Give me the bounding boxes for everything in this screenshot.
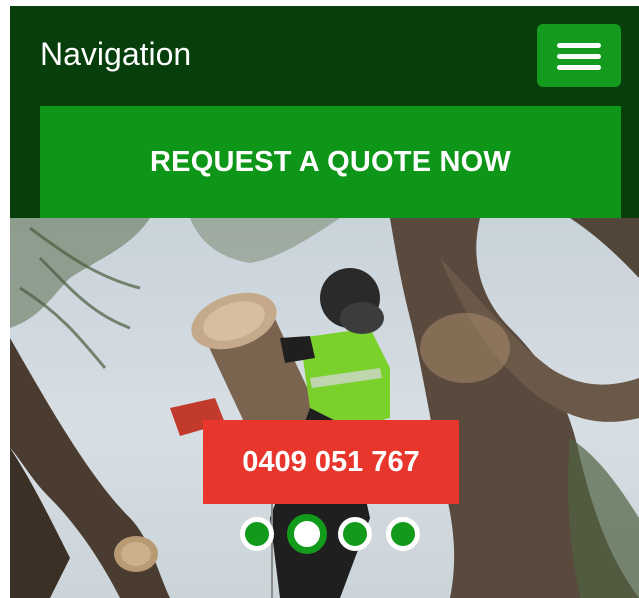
hamburger-menu-icon bbox=[557, 43, 601, 48]
menu-toggle-button[interactable] bbox=[537, 24, 621, 87]
slide-dot-3[interactable] bbox=[338, 517, 372, 551]
slide-dot-2-active[interactable] bbox=[287, 514, 327, 554]
navigation-title: Navigation bbox=[40, 36, 192, 72]
hamburger-menu-icon-bar bbox=[557, 54, 601, 59]
slide-dot-1[interactable] bbox=[240, 517, 274, 551]
hamburger-menu-icon-bar bbox=[557, 65, 601, 70]
hero-slider: 0409 051 767 bbox=[10, 218, 639, 598]
navigation-bar: Navigation REQUEST A QUOTE NOW bbox=[10, 6, 639, 218]
mobile-page: Navigation REQUEST A QUOTE NOW 0409 051 … bbox=[10, 6, 639, 598]
slide-dot-4[interactable] bbox=[386, 517, 420, 551]
request-quote-button[interactable]: REQUEST A QUOTE NOW bbox=[40, 106, 621, 218]
phone-number-button[interactable]: 0409 051 767 bbox=[203, 420, 459, 504]
